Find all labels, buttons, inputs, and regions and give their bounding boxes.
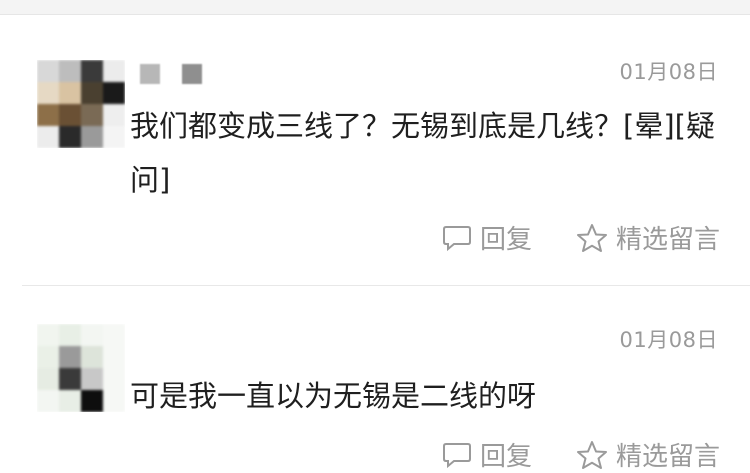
avatar-pixel: [81, 346, 103, 368]
avatar-pixel: [37, 390, 59, 412]
avatar-pixel: [103, 60, 125, 82]
name-pixel: [140, 64, 160, 84]
avatar-pixel: [59, 60, 81, 82]
comment-item: 01月08日 可是我一直以为无锡是二线的呀 回复 精选留言: [0, 286, 750, 473]
avatar-pixel: [103, 324, 125, 346]
avatar-pixel: [81, 126, 103, 148]
avatar-pixel: [37, 82, 59, 104]
comment-actions: 回复 精选留言: [442, 219, 720, 256]
avatar-pixel: [81, 390, 103, 412]
avatar-pixel: [59, 368, 81, 390]
avatar-mosaic: [37, 324, 125, 412]
avatar-mosaic: [37, 60, 125, 148]
avatar-pixel: [37, 346, 59, 368]
reply-button[interactable]: 回复: [442, 219, 532, 256]
avatar-pixel: [103, 346, 125, 368]
avatar-pixel: [103, 104, 125, 126]
comment-date: 01月08日: [619, 60, 718, 84]
commenter-name: [140, 64, 202, 84]
reply-button[interactable]: 回复: [442, 436, 532, 473]
avatar-pixel: [37, 368, 59, 390]
avatar-pixel: [103, 82, 125, 104]
featured-label: 精选留言: [615, 442, 720, 472]
comment-actions: 回复 精选留言: [442, 436, 720, 473]
avatar-pixel: [59, 324, 81, 346]
comment-text: 我们都变成三线了？无锡到底是几线？[晕][疑问]: [130, 109, 715, 197]
avatar-pixel: [81, 82, 103, 104]
top-strip: [0, 0, 750, 15]
avatar-pixel: [59, 346, 81, 368]
featured-label: 精选留言: [615, 225, 720, 255]
reply-label: 回复: [479, 225, 532, 255]
avatar-pixel: [81, 60, 103, 82]
avatar-pixel: [37, 104, 59, 126]
avatar-pixel: [81, 104, 103, 126]
avatar-pixel: [37, 126, 59, 148]
avatar-pixel: [81, 324, 103, 346]
avatar-pixel: [59, 82, 81, 104]
featured-comment-button[interactable]: 精选留言: [576, 436, 720, 473]
avatar-pixel: [103, 368, 125, 390]
avatar-pixel: [81, 368, 103, 390]
featured-comment-button[interactable]: 精选留言: [576, 219, 720, 256]
avatar-pixel: [103, 126, 125, 148]
comment-icon: [442, 441, 472, 469]
reply-label: 回复: [479, 442, 532, 472]
avatar[interactable]: [37, 324, 125, 412]
name-pixel: [182, 64, 202, 84]
avatar-pixel: [37, 60, 59, 82]
avatar-pixel: [37, 324, 59, 346]
comment-date: 01月08日: [619, 328, 718, 352]
star-icon: [576, 440, 608, 470]
comment-text: 可是我一直以为无锡是二线的呀: [130, 379, 537, 413]
star-icon: [576, 223, 608, 253]
comment-icon: [442, 224, 472, 252]
avatar[interactable]: [37, 60, 125, 148]
avatar-pixel: [59, 126, 81, 148]
avatar-pixel: [103, 390, 125, 412]
avatar-pixel: [59, 390, 81, 412]
comment-item: 01月08日 我们都变成三线了？无锡到底是几线？[晕][疑问] 回复 精选留言: [0, 14, 750, 286]
avatar-pixel: [59, 104, 81, 126]
